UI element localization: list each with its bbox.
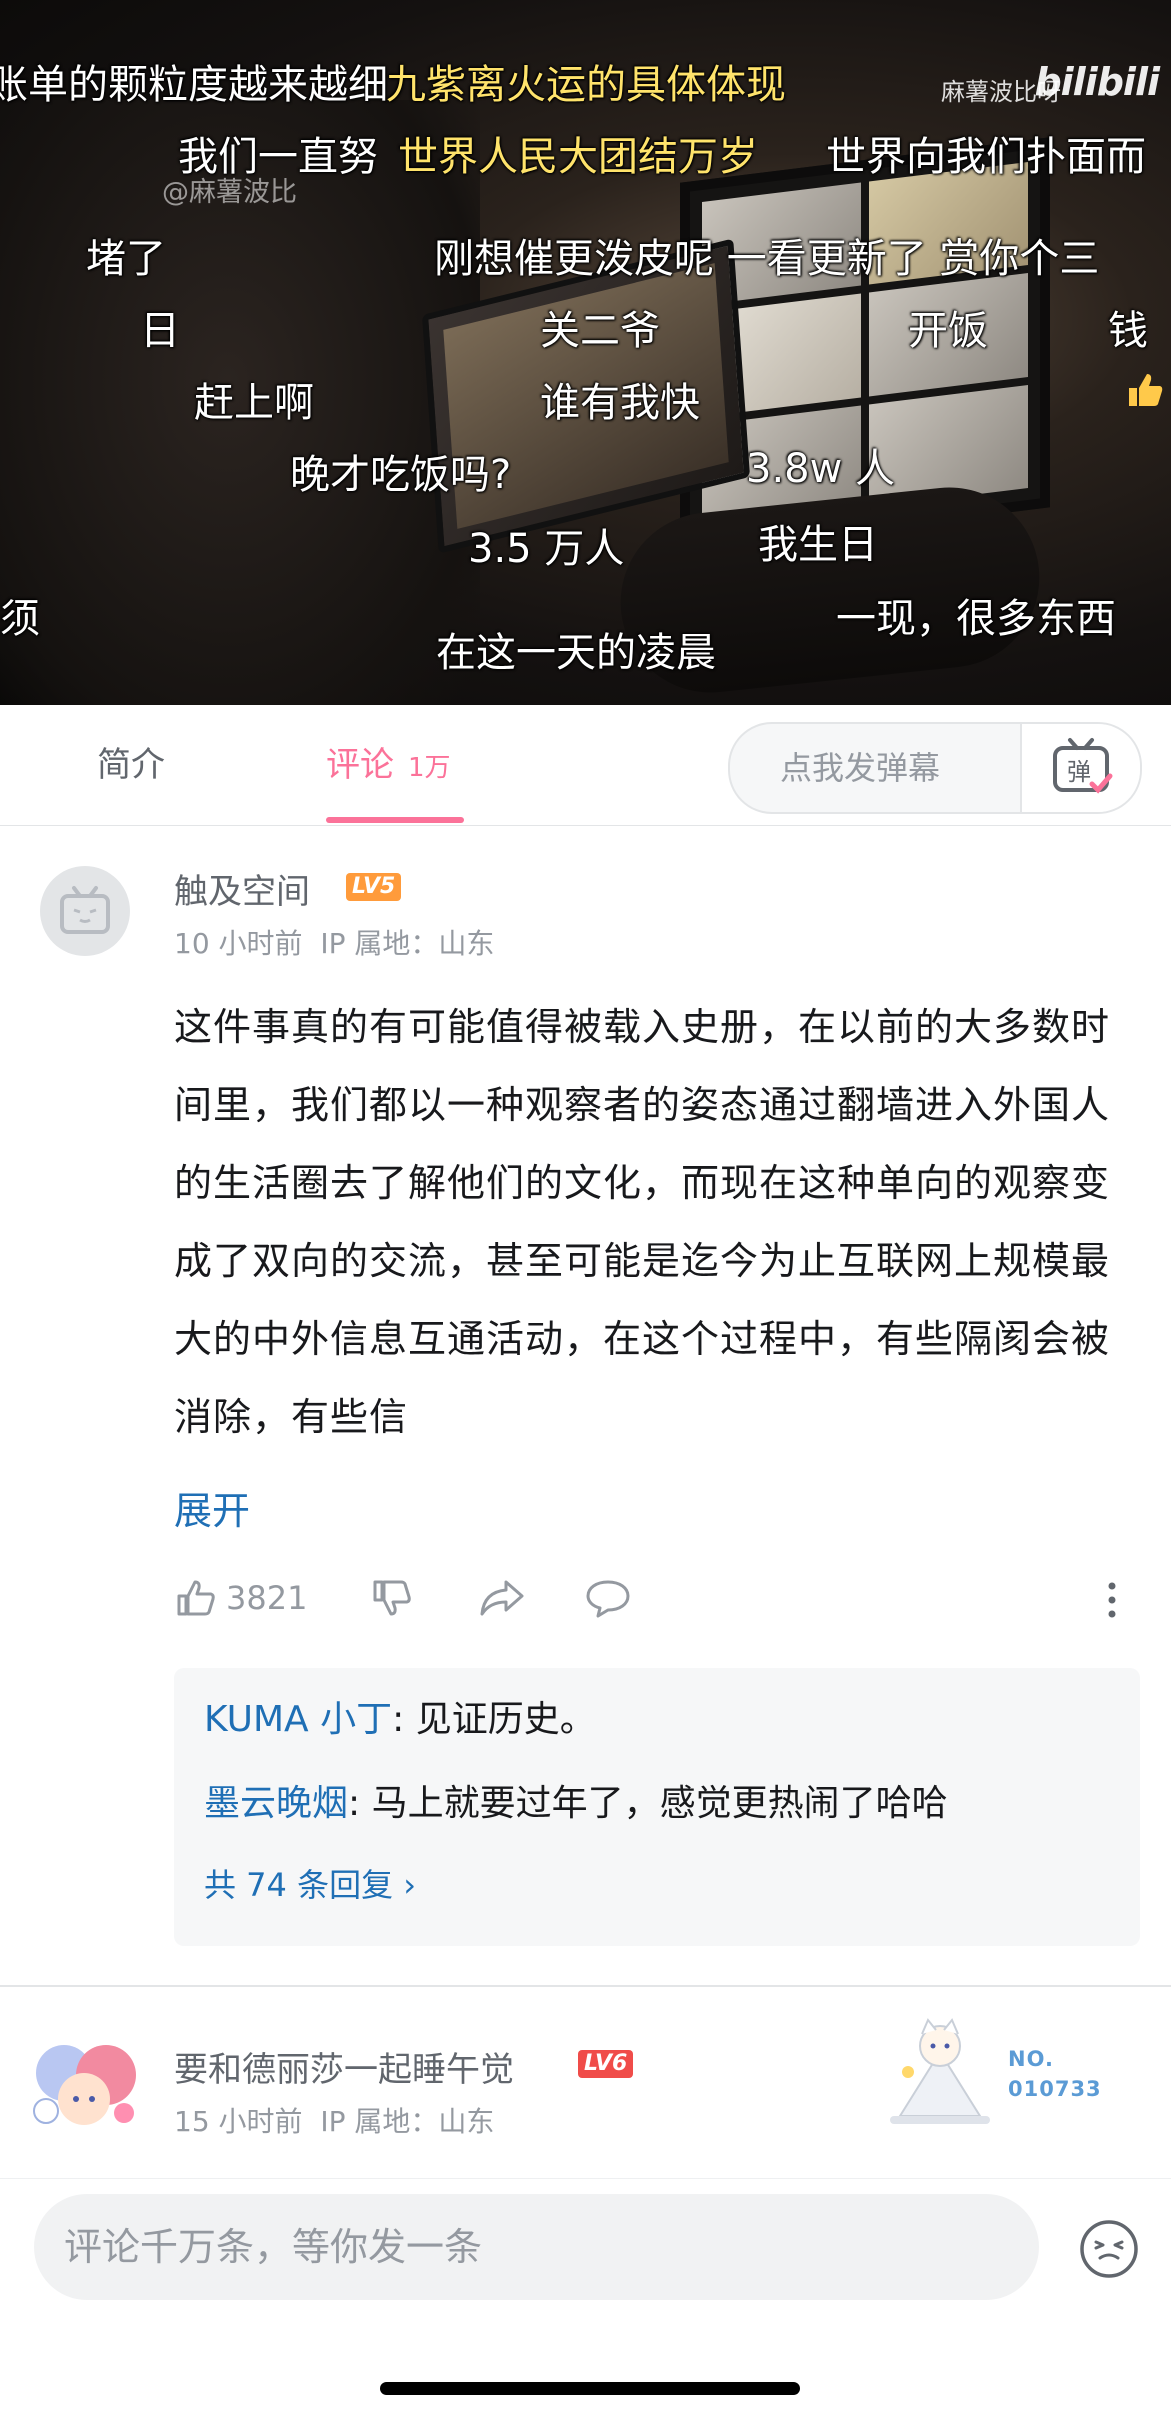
danmaku-item: 一现，很多东西 — [836, 596, 1116, 642]
avatar[interactable] — [40, 866, 130, 956]
danmaku-item: 3.8w 人 — [746, 446, 896, 492]
fan-badge-no-label: NO. — [1008, 2047, 1054, 2071]
user-level-badge: LV5 — [346, 873, 402, 901]
comment-divider — [0, 1985, 1171, 1987]
comment-ip: IP 属地：山东 — [320, 927, 495, 960]
thumbs-down-icon — [373, 1580, 411, 1616]
danmaku-item: 关二爷 — [540, 308, 660, 354]
default-avatar-icon — [60, 886, 110, 934]
danmaku-toggle-button[interactable]: 弹 — [1020, 724, 1140, 812]
thumbs-up-icon — [177, 1580, 215, 1616]
danmaku-item: 须 — [0, 596, 40, 642]
danmaku-item: 钱 — [1108, 308, 1148, 354]
danmaku-item: 我们一直努 — [178, 134, 378, 180]
tab-comments-label: 评论 — [326, 745, 394, 785]
comment-username[interactable]: 要和德丽莎一起睡午觉 — [174, 2042, 514, 2091]
tab-comments-count: 1万 — [408, 753, 451, 783]
fan-badge-no-value: 010733 — [1008, 2077, 1102, 2101]
danmaku-item: 3.5 万人 — [468, 526, 625, 572]
danmaku-item: 账单的颗粒度越来越细 — [0, 62, 388, 108]
tab-active-indicator — [326, 817, 464, 823]
anime-avatar-icon — [33, 2045, 136, 2125]
danmaku-item: 堵了 — [86, 236, 166, 282]
avatar[interactable] — [26, 2027, 142, 2135]
share-icon — [480, 1580, 524, 1616]
danmaku-icon: 弹 — [1053, 738, 1113, 794]
reply-text: : 马上就要过年了，感觉更热闹了哈哈 — [348, 1783, 948, 1824]
reply-username[interactable]: 墨云晚烟 — [204, 1783, 348, 1824]
home-indicator — [380, 2382, 800, 2395]
like-button[interactable]: 3821 — [174, 1565, 307, 1631]
comment-ip: IP 属地：山东 — [320, 2105, 495, 2138]
reply-username[interactable]: KUMA 小丁 — [204, 1699, 392, 1740]
reply-item[interactable]: 墨云晚烟: 马上就要过年了，感觉更热闹了哈哈 — [204, 1774, 948, 1826]
danmaku-item: 谁有我快 — [540, 380, 700, 426]
danmaku-item: 日 — [140, 308, 180, 354]
tab-intro[interactable]: 简介 — [97, 705, 165, 825]
fan-badge[interactable]: NO. 010733 — [880, 2012, 1130, 2132]
comment-meta: 15 小时前 IP 属地：山东 — [174, 2100, 494, 2140]
comment-username[interactable]: 触及空间 — [174, 864, 310, 913]
fan-badge-character-icon — [890, 2018, 990, 2124]
emoji-icon[interactable] — [1078, 2218, 1140, 2280]
danmaku-item: 赶上啊 — [194, 380, 314, 426]
danmaku-item: 九紫离火运的具体体现 — [386, 62, 786, 108]
share-button[interactable] — [478, 1565, 526, 1631]
thumbs-up-icon — [1129, 374, 1163, 406]
fan-badge-number: NO. 010733 — [1008, 2044, 1102, 2104]
reply-item[interactable]: KUMA 小丁: 见证历史。 — [204, 1690, 596, 1742]
danmaku-item: 刚想催更泼皮呢 一看更新了 赏你个三 — [434, 236, 1100, 282]
comment-time: 10 小时前 — [174, 927, 303, 960]
send-danmaku-placeholder: 点我发弹幕 — [780, 749, 941, 787]
danmaku-item: 开饭 — [908, 308, 988, 354]
send-danmaku-input[interactable]: 点我发弹幕 弹 — [728, 722, 1142, 814]
reply-button[interactable] — [584, 1565, 632, 1631]
expand-link[interactable]: 展开 — [174, 1480, 250, 1535]
svg-text:弹: 弹 — [1067, 758, 1091, 786]
more-options-icon[interactable] — [1104, 1578, 1120, 1622]
comment-meta: 10 小时前 IP 属地：山东 — [174, 922, 494, 962]
reply-text: : 见证历史。 — [392, 1699, 596, 1740]
user-level-badge: LV6 — [578, 2050, 634, 2078]
like-count: 3821 — [226, 1579, 308, 1617]
danmaku-item: 晚才吃饭吗? — [290, 452, 512, 498]
video-player[interactable]: @麻薯波比 麻薯波比呀 bilibili 账单的颗粒度越来越细 九紫离火运的具体… — [0, 0, 1171, 705]
danmaku-item: 我生日 — [758, 522, 878, 568]
dislike-button[interactable] — [370, 1565, 414, 1631]
danmaku-item: 在这一天的凌晨 — [436, 630, 716, 676]
view-all-replies-link[interactable]: 共 74 条回复 › — [204, 1860, 416, 1906]
danmaku-item: 世界人民大团结万岁 — [398, 134, 758, 180]
comment-time: 15 小时前 — [174, 2105, 303, 2138]
comment-input-placeholder: 评论千万条，等你发一条 — [64, 2225, 483, 2269]
reply-preview-box[interactable]: KUMA 小丁: 见证历史。 墨云晚烟: 马上就要过年了，感觉更热闹了哈哈 共 … — [174, 1668, 1140, 1946]
comment-bubble-icon — [586, 1580, 630, 1618]
bilibili-logo: bilibili — [1034, 60, 1160, 104]
tab-comments[interactable]: 评论 1万 — [326, 705, 451, 825]
danmaku-item: 世界向我们扑面而 — [826, 134, 1146, 180]
comment-input[interactable]: 评论千万条，等你发一条 — [34, 2194, 1039, 2300]
comment-content: 这件事真的有可能值得被载入史册，在以前的大多数时间里，我们都以一种观察者的姿态通… — [174, 1005, 1111, 1439]
